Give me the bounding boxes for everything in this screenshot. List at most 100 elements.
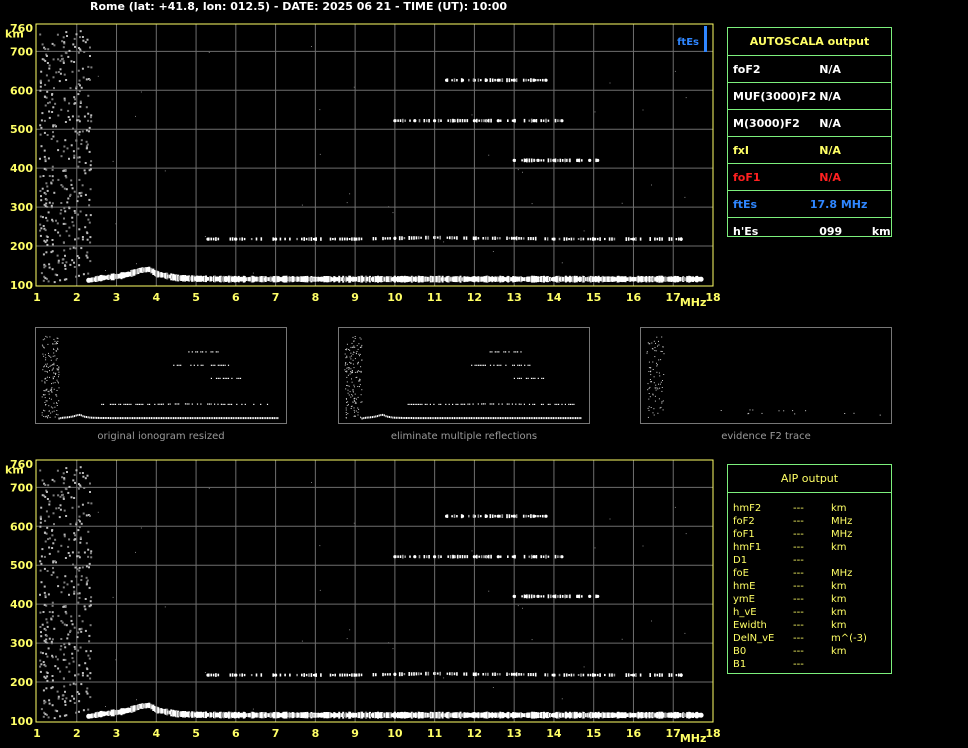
noise-point (39, 79, 42, 82)
noise-point (55, 219, 57, 222)
noise-point (51, 604, 54, 607)
trace-segment (563, 417, 565, 420)
noise-point (66, 147, 69, 150)
noise-point (79, 472, 81, 475)
trace-segment (533, 158, 535, 162)
noise-point (40, 145, 43, 148)
trace-segment (484, 364, 486, 366)
noise-point (353, 522, 355, 524)
trace-segment (528, 555, 531, 558)
noise-point (48, 537, 51, 540)
noise-point (51, 679, 54, 682)
noise-point (62, 46, 65, 49)
trace-segment (611, 237, 613, 241)
x-tick-label: 4 (152, 727, 160, 740)
trace-segment (358, 673, 360, 677)
noise-point (62, 586, 65, 589)
noise-point (48, 611, 51, 613)
trace-segment (184, 417, 187, 420)
x-tick-label: 11 (427, 727, 442, 740)
trace-segment (564, 417, 566, 420)
trace-segment (554, 554, 557, 559)
noise-point (45, 389, 47, 391)
noise-point (52, 355, 54, 357)
trace-segment (403, 237, 406, 240)
noise-point (40, 195, 42, 198)
noise-point (80, 627, 83, 630)
aip-param-value: --- (793, 555, 804, 566)
noise-point (71, 551, 74, 554)
noise-point (350, 368, 352, 370)
autoscala-param-name: M(3000)F2 (733, 116, 800, 130)
noise-point (357, 363, 359, 365)
autoscala-row-h-es: h'Es 099 km (728, 218, 891, 244)
noise-point (63, 643, 66, 646)
trace-segment (460, 514, 463, 519)
noise-point (45, 638, 48, 641)
noise-point (87, 94, 90, 97)
series-3 (445, 78, 548, 83)
trace-segment (67, 416, 69, 419)
trace-segment (425, 119, 428, 123)
trace-segment (114, 417, 117, 420)
noise-point (74, 45, 76, 48)
trace-segment (273, 417, 275, 420)
trace-segment (214, 403, 216, 405)
aip-row-fof2: foF2 --- MHz (728, 515, 891, 528)
trace-segment (219, 364, 221, 366)
noise-point (65, 52, 68, 55)
trace-segment (500, 364, 502, 366)
noise-point (347, 385, 349, 387)
noise-point (57, 340, 59, 342)
noise-point (361, 346, 363, 348)
trace-segment (202, 417, 204, 420)
trace-segment (546, 673, 549, 677)
noise-point (65, 515, 68, 517)
trace-segment (284, 673, 286, 677)
trace-segment (498, 351, 500, 353)
noise-point (63, 535, 66, 538)
x-axis: 1 2 3 4 5 6 7 8 9 10 11 12 13 14 15 16 17 18MHz (33, 291, 720, 309)
noise-point (58, 400, 60, 402)
noise-point (68, 538, 71, 541)
noise-point (345, 398, 347, 400)
noise-point (42, 369, 44, 371)
trace-segment (310, 237, 313, 241)
noise-point (71, 70, 74, 73)
noise-point (47, 390, 49, 392)
noise-point (88, 204, 91, 207)
noise-point (51, 638, 54, 641)
trace-segment (537, 377, 539, 379)
noise-point (42, 661, 45, 663)
noise-point (59, 648, 62, 651)
noise-point (63, 187, 66, 190)
noise-point (583, 230, 585, 232)
noise-point (53, 191, 56, 194)
trace-segment (563, 237, 566, 241)
noise-point (69, 247, 72, 250)
trace-segment (491, 672, 494, 676)
noise-point (351, 342, 353, 344)
noise-point (42, 353, 44, 355)
noise-point (654, 400, 656, 402)
trace-segment (513, 417, 515, 420)
trace-segment (678, 673, 680, 677)
trace-segment (494, 236, 496, 240)
trace-segment (480, 515, 482, 518)
trace-segment (463, 672, 465, 676)
trace-segment (101, 403, 103, 405)
noise-point (72, 682, 75, 685)
noise-point (73, 646, 76, 648)
noise-point (73, 626, 76, 629)
thumbnail-caption: eliminate multiple reflections (390, 431, 538, 442)
trace-segment (534, 377, 536, 379)
noise-point (52, 106, 55, 109)
trace-segment (540, 119, 542, 123)
noise-point (63, 207, 66, 210)
noise-point (49, 389, 51, 391)
noise-point (346, 371, 348, 373)
trace-segment (542, 403, 544, 405)
noise-point (50, 687, 53, 690)
noise-point (68, 234, 71, 237)
trace-segment (147, 417, 149, 420)
